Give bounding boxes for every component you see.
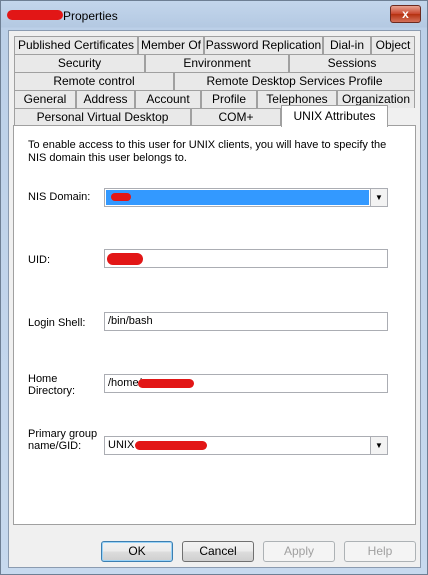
login-shell-label: Login Shell: (28, 317, 86, 329)
nis-domain-selection (106, 190, 369, 205)
nis-domain-label: NIS Domain: (28, 191, 91, 203)
tab-personal-virtual-desktop[interactable]: Personal Virtual Desktop (14, 108, 191, 126)
tab-com-plus[interactable]: COM+ (191, 108, 281, 126)
help-button[interactable]: Help (344, 541, 416, 562)
properties-dialog: Properties x Published Certificates Memb… (0, 0, 428, 575)
tab-object[interactable]: Object (371, 36, 415, 54)
primary-group-label-line1: Primary group (28, 428, 98, 440)
tab-unix-attributes[interactable]: UNIX Attributes (281, 105, 388, 127)
dialog-client-area: Published Certificates Member Of Passwor… (8, 30, 421, 568)
cancel-button[interactable]: Cancel (182, 541, 254, 562)
title-bar[interactable]: Properties x (1, 1, 427, 29)
close-icon: x (402, 7, 409, 21)
nis-domain-combo[interactable]: ▼ (104, 188, 388, 207)
primary-group-value: UNIX (108, 439, 135, 451)
tab-address[interactable]: Address (76, 90, 135, 108)
tab-dial-in[interactable]: Dial-in (323, 36, 371, 54)
chevron-down-icon[interactable]: ▼ (370, 189, 387, 206)
tab-member-of[interactable]: Member Of (138, 36, 204, 54)
redacted-primary-group (135, 441, 207, 450)
home-directory-label-line2: Directory: (28, 385, 76, 397)
login-shell-field[interactable]: /bin/bash (104, 312, 388, 331)
unix-attributes-panel: To enable access to this user for UNIX c… (13, 125, 416, 525)
tab-password-replication[interactable]: Password Replication (204, 36, 323, 54)
tab-remote-control[interactable]: Remote control (14, 72, 174, 90)
unix-description: To enable access to this user for UNIX c… (28, 139, 387, 164)
tab-environment[interactable]: Environment (145, 54, 289, 72)
window-title: Properties (63, 9, 118, 23)
redacted-uid (107, 253, 143, 265)
tab-profile[interactable]: Profile (201, 90, 257, 108)
uid-label: UID: (28, 254, 50, 266)
home-directory-label-line1: Home (28, 373, 58, 385)
tab-sessions[interactable]: Sessions (289, 54, 415, 72)
primary-group-label-line2: name/GID: (28, 440, 82, 452)
tab-remote-desktop-services-profile[interactable]: Remote Desktop Services Profile (174, 72, 415, 90)
redacted-nis-domain (111, 193, 131, 201)
tab-account[interactable]: Account (135, 90, 201, 108)
close-button[interactable]: x (390, 5, 421, 23)
ok-button[interactable]: OK (101, 541, 173, 562)
redacted-home-directory (138, 379, 194, 388)
apply-button[interactable]: Apply (263, 541, 335, 562)
uid-field[interactable] (104, 249, 388, 268)
home-directory-value: /home/ (108, 377, 142, 389)
primary-group-combo[interactable]: UNIX ▼ (104, 436, 388, 455)
redacted-username (7, 10, 63, 20)
tab-security[interactable]: Security (14, 54, 145, 72)
home-directory-field[interactable]: /home/ (104, 374, 388, 393)
tab-published-certificates[interactable]: Published Certificates (14, 36, 138, 54)
chevron-down-icon[interactable]: ▼ (370, 437, 387, 454)
tab-general[interactable]: General (14, 90, 76, 108)
